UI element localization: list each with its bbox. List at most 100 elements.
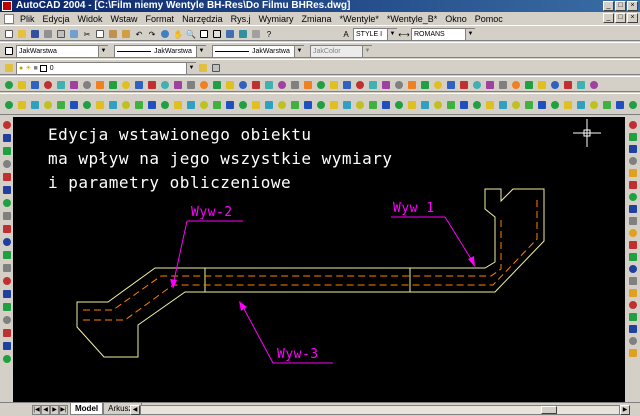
menu-wentyle-b[interactable]: *Wentyle_B* <box>383 14 441 24</box>
snap-quadrant-icon[interactable] <box>198 79 210 91</box>
fan-tool-icon[interactable] <box>250 99 262 111</box>
pan-icon[interactable]: ✋ <box>172 28 184 40</box>
ventilation-tool-icon[interactable] <box>575 99 587 111</box>
ventilation-tool-icon[interactable] <box>55 99 67 111</box>
snap-center-icon[interactable] <box>185 79 197 91</box>
offset-icon[interactable] <box>627 155 638 166</box>
chevron-down-icon[interactable]: ▼ <box>186 62 196 74</box>
snap-perpendicular-icon[interactable] <box>510 79 522 91</box>
fitting-tool-icon[interactable] <box>133 99 145 111</box>
rectangle-icon[interactable] <box>1 171 12 182</box>
make-block-icon[interactable] <box>1 275 12 286</box>
menu-narzedzia[interactable]: Narzędzia <box>178 14 227 24</box>
scroll-right-icon[interactable]: ▶ <box>620 405 630 415</box>
fan-tool-icon[interactable] <box>614 99 626 111</box>
line-icon[interactable] <box>1 119 12 130</box>
snap-tangent-icon[interactable] <box>68 79 80 91</box>
duct-tool-icon[interactable] <box>380 99 392 111</box>
snap-perpendicular-icon[interactable] <box>224 79 236 91</box>
publish-icon[interactable] <box>68 28 80 40</box>
snap-endpoint-icon[interactable] <box>3 79 15 91</box>
snap-midpoint-icon[interactable] <box>159 79 171 91</box>
duct-tool-icon[interactable] <box>328 99 340 111</box>
circle-icon[interactable] <box>1 197 12 208</box>
snap-center-icon[interactable] <box>471 79 483 91</box>
ventilation-tool-icon[interactable] <box>471 99 483 111</box>
snap-none-icon[interactable] <box>263 79 275 91</box>
undo-icon[interactable]: ↶ <box>133 28 145 40</box>
chevron-down-icon[interactable]: ▼ <box>465 28 475 40</box>
horizontal-scrollbar[interactable] <box>140 405 620 415</box>
ventilation-tool-icon[interactable] <box>523 99 535 111</box>
snap-quadrant-icon[interactable] <box>55 79 67 91</box>
menu-okno[interactable]: Okno <box>441 14 471 24</box>
fitting-tool-icon[interactable] <box>601 99 613 111</box>
fitting-tool-icon[interactable] <box>81 99 93 111</box>
last-tab-icon[interactable]: ▶| <box>59 405 68 415</box>
close-button[interactable]: × <box>627 1 638 11</box>
menu-edycja[interactable]: Edycja <box>39 14 74 24</box>
fan-tool-icon[interactable] <box>406 99 418 111</box>
properties-icon[interactable] <box>627 311 638 322</box>
snap-nearest-icon[interactable] <box>393 79 405 91</box>
gradient-icon[interactable] <box>1 314 12 325</box>
fitting-tool-icon[interactable] <box>29 99 41 111</box>
snap-perpendicular-icon[interactable] <box>81 79 93 91</box>
menu-pomoc[interactable]: Pomoc <box>471 14 507 24</box>
match-properties-icon[interactable] <box>120 28 132 40</box>
copy-icon[interactable] <box>627 131 638 142</box>
duct-tool-icon[interactable] <box>536 99 548 111</box>
snap-intersection-icon[interactable] <box>172 79 184 91</box>
polygon-icon[interactable] <box>1 158 12 169</box>
erase-icon[interactable] <box>627 119 638 130</box>
snap-nearest-icon[interactable] <box>536 79 548 91</box>
drawing-canvas[interactable]: Edycja wstawionego obiektu ma wpływ na j… <box>13 117 625 402</box>
fitting-tool-icon[interactable] <box>497 99 509 111</box>
array-icon[interactable] <box>627 167 638 178</box>
snap-endpoint-icon[interactable] <box>575 79 587 91</box>
arc-icon[interactable] <box>1 184 12 195</box>
snap-midpoint-icon[interactable] <box>16 79 28 91</box>
snap-center-icon[interactable] <box>42 79 54 91</box>
fitting-tool-icon[interactable] <box>185 99 197 111</box>
snap-nearest-icon[interactable] <box>107 79 119 91</box>
menu-wentyle[interactable]: *Wentyle* <box>336 14 383 24</box>
ventilation-tool-icon[interactable] <box>159 99 171 111</box>
table-icon[interactable] <box>1 340 12 351</box>
menu-wymiary[interactable]: Wymiary <box>255 14 298 24</box>
snap-node-icon[interactable] <box>380 79 392 91</box>
fan-tool-icon[interactable] <box>42 99 54 111</box>
snap-tangent-icon[interactable] <box>354 79 366 91</box>
autocad-app-icon[interactable] <box>2 1 12 11</box>
print-preview-icon[interactable] <box>55 28 67 40</box>
ventilation-tool-icon[interactable] <box>315 99 327 111</box>
fitting-tool-icon[interactable] <box>289 99 301 111</box>
fitting-tool-icon[interactable] <box>341 99 353 111</box>
tool-icon[interactable] <box>562 79 574 91</box>
revision-cloud-icon[interactable] <box>1 210 12 221</box>
ventilation-tool-icon[interactable] <box>367 99 379 111</box>
color-combo[interactable]: JakWarstwa ▼ <box>16 44 108 58</box>
horizontal-scroll-thumb[interactable] <box>541 406 557 414</box>
maximize-button[interactable]: □ <box>615 1 626 11</box>
snap-node-icon[interactable] <box>237 79 249 91</box>
fan-tool-icon[interactable] <box>510 99 522 111</box>
hyperlink-icon[interactable] <box>159 28 171 40</box>
layer-previous-icon[interactable] <box>210 62 222 74</box>
snap-quadrant-icon[interactable] <box>484 79 496 91</box>
tool-icon[interactable] <box>276 79 288 91</box>
duct-tool-icon[interactable] <box>172 99 184 111</box>
duct-tool-icon[interactable] <box>120 99 132 111</box>
doc-close-button[interactable]: × <box>627 13 638 23</box>
make-object-layer-current-icon[interactable] <box>197 62 209 74</box>
trim-icon[interactable] <box>627 227 638 238</box>
open-file-icon[interactable] <box>16 28 28 40</box>
doc-restore-button[interactable]: □ <box>615 13 626 23</box>
tab-model[interactable]: Model <box>70 403 104 415</box>
snap-midpoint-icon[interactable] <box>588 79 600 91</box>
ventilation-tool-icon[interactable] <box>263 99 275 111</box>
fitting-tool-icon[interactable] <box>237 99 249 111</box>
chevron-down-icon[interactable]: ▼ <box>294 45 304 57</box>
snap-tangent-icon[interactable] <box>211 79 223 91</box>
prev-tab-icon[interactable]: ◀ <box>41 405 50 415</box>
